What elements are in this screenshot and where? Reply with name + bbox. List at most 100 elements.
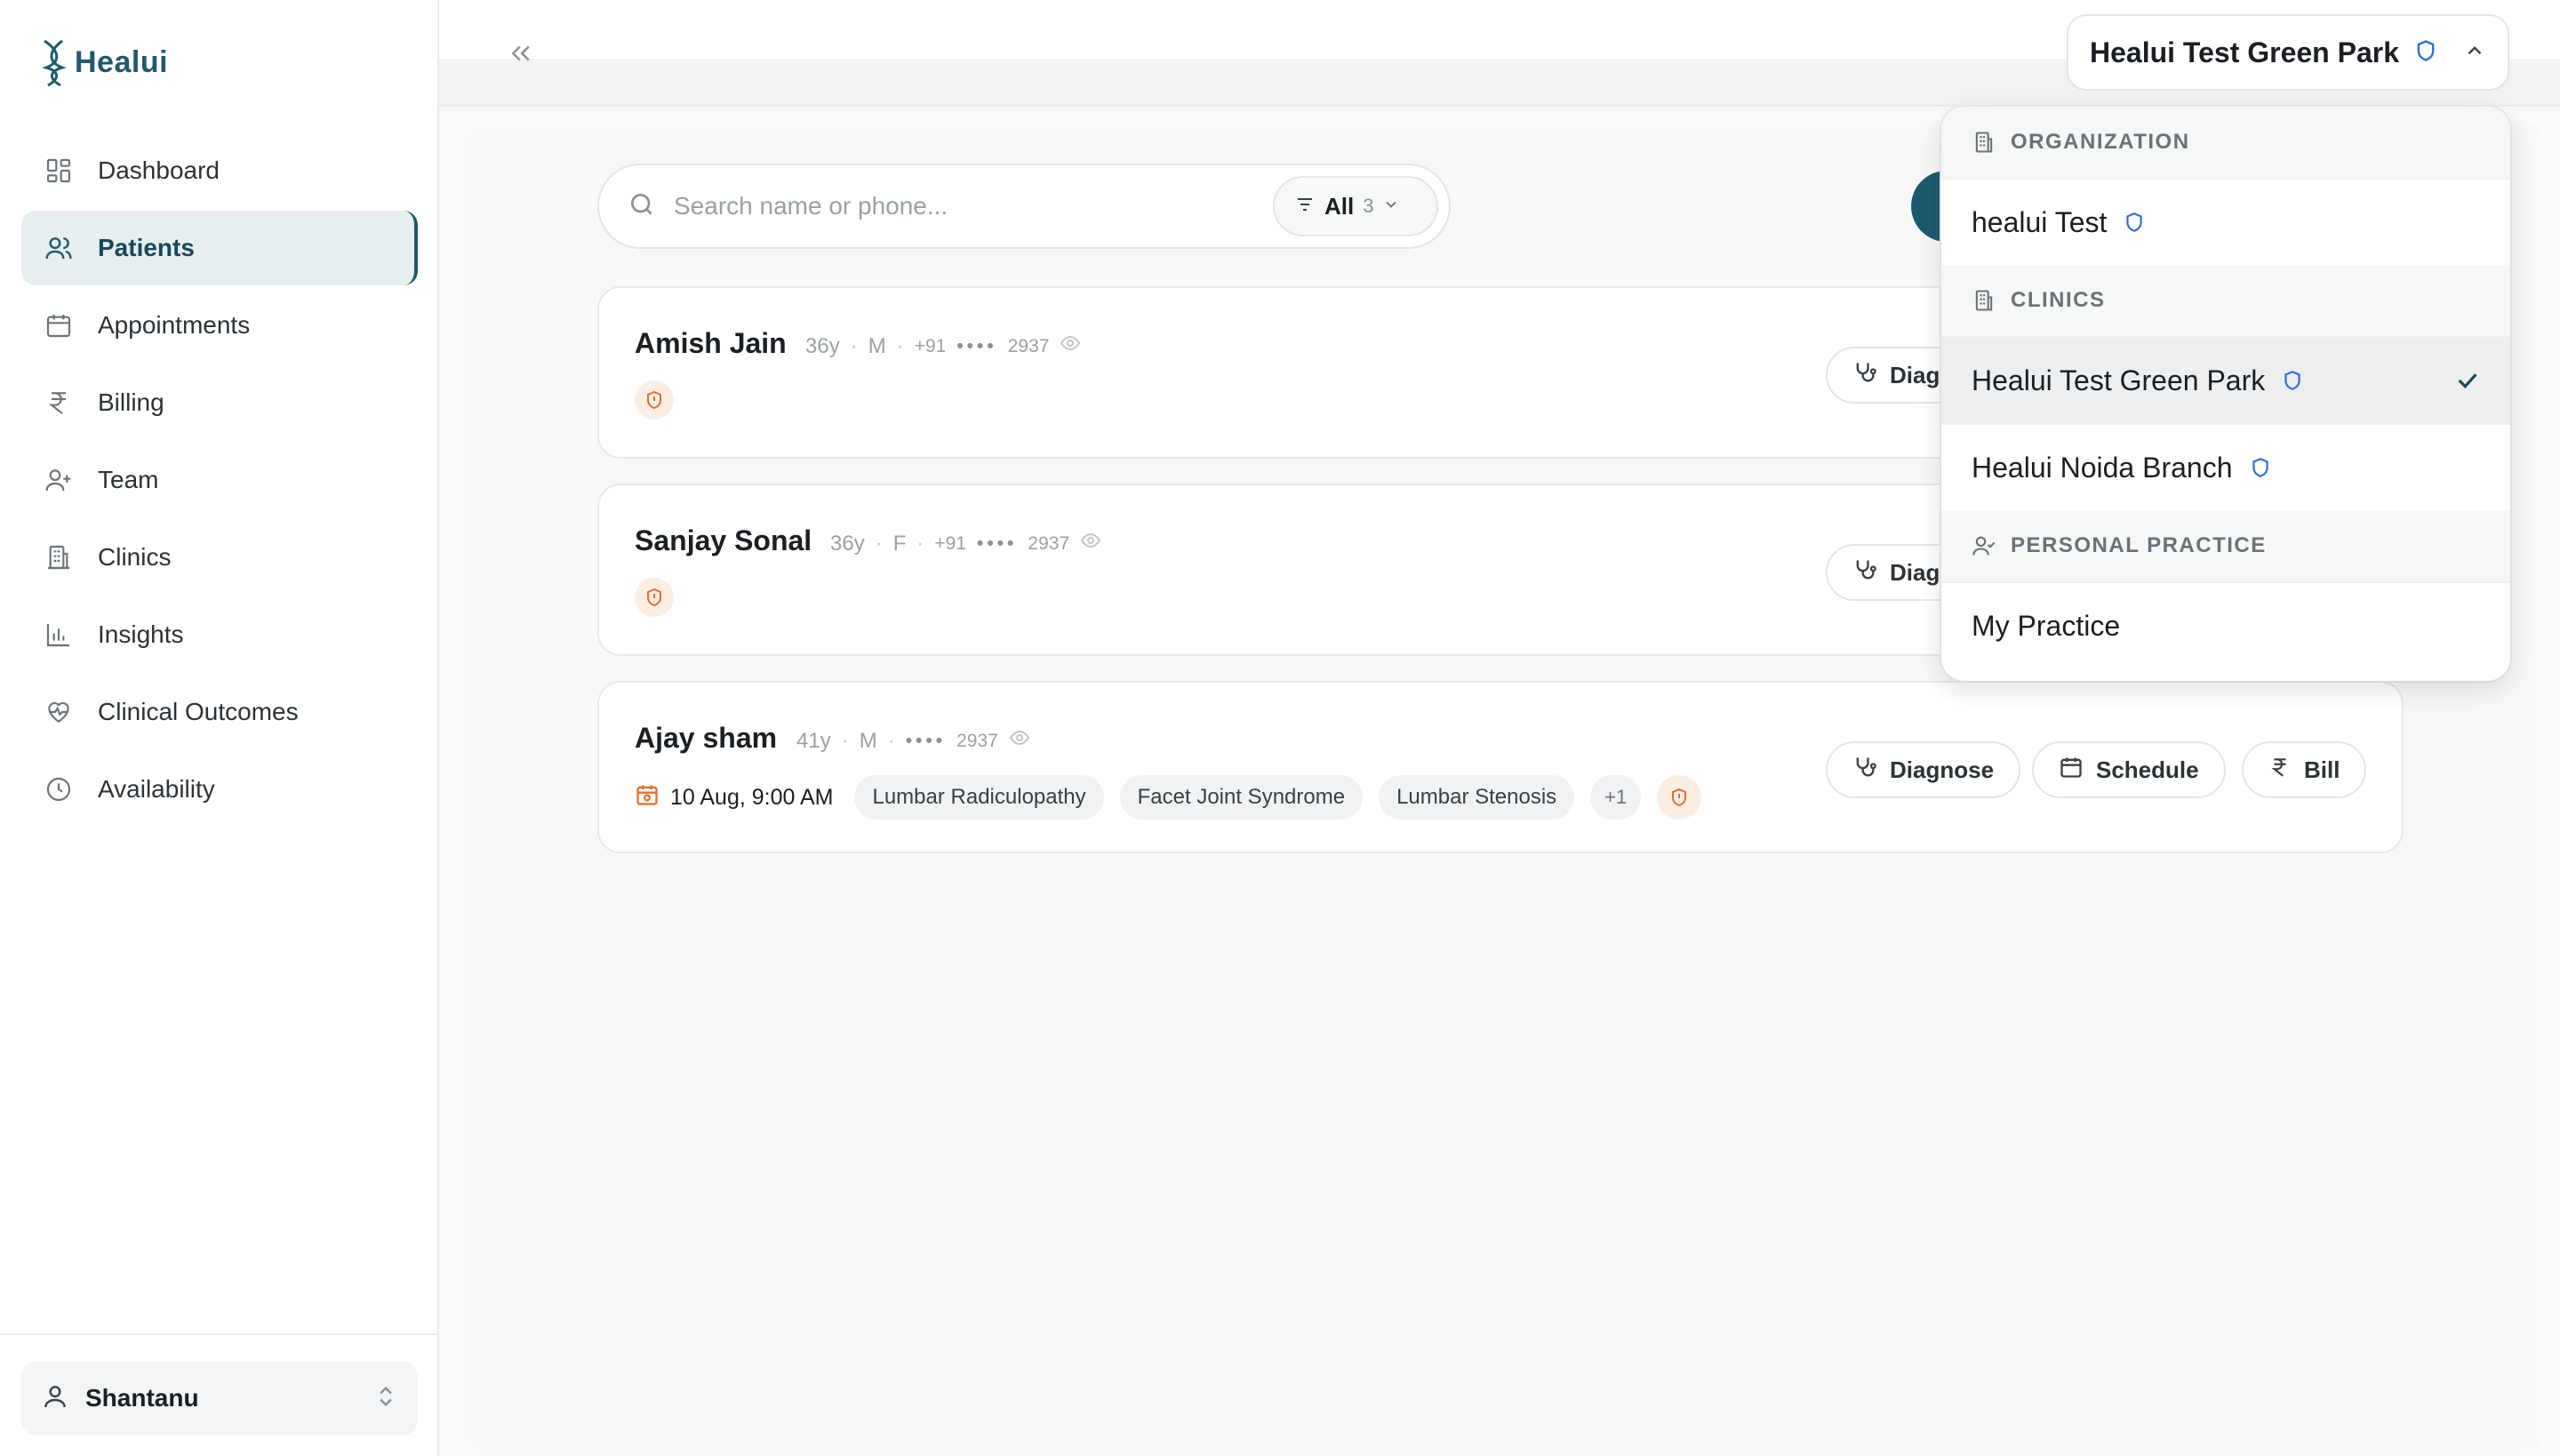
section-title: CLINICS	[2011, 288, 2106, 312]
bar-chart-icon	[43, 619, 75, 651]
reveal-phone-eye-icon[interactable]	[1009, 727, 1030, 755]
sidebar-item-appointments[interactable]: Appointments	[21, 288, 418, 363]
app-name: Healui	[75, 44, 169, 79]
patient-age: 41y	[796, 728, 831, 753]
sidebar-item-label: Dashboard	[98, 156, 220, 184]
patient-gender: F	[892, 531, 907, 556]
menu-item-my-practice[interactable]: My Practice	[1941, 581, 2510, 668]
verified-shield-icon	[2123, 210, 2146, 235]
chevron-up-icon	[2463, 39, 2486, 67]
patient-name: Amish Jain	[635, 327, 787, 359]
patient-details-row: 10 Aug, 9:00 AM Lumbar Radiculopathy Fac…	[635, 775, 1702, 820]
sidebar-item-label: Insights	[98, 620, 184, 648]
menu-item-label: Healui Test Green Park	[1972, 364, 2266, 396]
phone-last: 2937	[1007, 335, 1050, 356]
patient-name: Sanjay Sonal	[635, 524, 812, 556]
menu-item-label: My Practice	[1972, 609, 2121, 642]
menu-item-label: healui Test	[1972, 205, 2108, 238]
phone-mask: ••••	[956, 335, 997, 356]
user-menu[interactable]: Shantanu	[21, 1362, 418, 1435]
filter-dropdown[interactable]: All 3	[1273, 176, 1438, 236]
patient-age: 36y	[805, 333, 840, 358]
phone-mask: ••••	[977, 532, 1018, 554]
check-icon	[2453, 366, 2482, 402]
schedule-button[interactable]: Schedule	[2032, 741, 2226, 798]
verified-shield-icon	[2413, 37, 2438, 68]
diagnosis-tag: Facet Joint Syndrome	[1119, 775, 1364, 820]
sidebar-item-label: Team	[98, 466, 159, 493]
menu-item-clinic-noida[interactable]: Healui Noida Branch	[1941, 423, 2510, 510]
building-icon	[1972, 130, 1996, 155]
collapse-sidebar-button[interactable]	[503, 36, 539, 71]
stethoscope-icon	[1852, 360, 1877, 391]
rupee-icon	[43, 387, 75, 419]
menu-item-organization[interactable]: healui Test	[1941, 178, 2510, 265]
app-logo[interactable]: Healui	[39, 37, 168, 87]
phone-last: 2937	[956, 730, 998, 751]
section-header-clinics: CLINICS	[1941, 265, 2510, 336]
sidebar-item-label: Billing	[98, 388, 164, 416]
reveal-phone-eye-icon[interactable]	[1080, 530, 1101, 557]
diagnosis-tag: Lumbar Stenosis	[1379, 775, 1575, 820]
org-switcher[interactable]: Healui Test Green Park	[2067, 14, 2509, 91]
calendar-clock-icon	[635, 782, 660, 813]
calendar-icon	[2059, 755, 2084, 786]
schedule-label: Schedule	[2096, 756, 2199, 783]
risk-shield-icon	[1657, 775, 1702, 820]
reveal-phone-eye-icon[interactable]	[1060, 332, 1081, 360]
sidebar-item-label: Clinical Outcomes	[98, 698, 299, 725]
patient-gender: M	[868, 333, 886, 358]
sidebar-item-dashboard[interactable]: Dashboard	[21, 133, 418, 208]
phone-mask: ••••	[905, 730, 947, 751]
user-name: Shantanu	[85, 1384, 199, 1412]
sidebar-item-clinical-outcomes[interactable]: Clinical Outcomes	[21, 675, 418, 749]
patient-gender: M	[859, 728, 877, 753]
clock-icon	[43, 773, 75, 805]
phone-prefix: +91	[914, 335, 947, 356]
bill-label: Bill	[2304, 756, 2340, 783]
diagnose-label: Diagnose	[1890, 756, 1995, 783]
section-header-organization: ORGANIZATION	[1941, 107, 2510, 178]
diagnose-button[interactable]: Diagnose	[1826, 741, 2021, 798]
rupee-icon	[2268, 756, 2292, 785]
phone-prefix: +91	[934, 532, 966, 554]
sidebar-item-label: Patients	[98, 234, 195, 261]
more-tags-badge[interactable]: +1	[1590, 775, 1642, 820]
phone-last: 2937	[1028, 532, 1070, 554]
building-icon	[43, 541, 75, 573]
stethoscope-icon	[1852, 755, 1877, 786]
section-title: ORGANIZATION	[2011, 130, 2190, 154]
sidebar-item-label: Appointments	[98, 311, 251, 339]
patient-meta: 36y · F · +91 •••• 2937	[830, 530, 1101, 557]
heart-pulse-icon	[43, 696, 75, 728]
user-plus-icon	[43, 464, 75, 496]
user-icon	[41, 1382, 69, 1415]
sidebar-item-billing[interactable]: Billing	[21, 365, 418, 440]
menu-item-clinic-green-park[interactable]: Healui Test Green Park	[1941, 336, 2510, 423]
section-title: PERSONAL PRACTICE	[2011, 533, 2267, 557]
sidebar-item-label: Clinics	[98, 543, 172, 571]
search-input[interactable]	[672, 191, 1227, 221]
sidebar-item-clinics[interactable]: Clinics	[21, 520, 418, 595]
appointment-info: 10 Aug, 9:00 AM	[635, 782, 833, 813]
chevron-updown-icon	[373, 1384, 398, 1413]
patient-meta: 36y · M · +91 •••• 2937	[805, 332, 1081, 360]
sidebar-item-team[interactable]: Team	[21, 443, 418, 517]
sidebar-divider	[0, 1333, 439, 1335]
sidebar-item-patients[interactable]: Patients	[21, 211, 418, 285]
diagnosis-tag: Lumbar Radiculopathy	[854, 775, 1104, 820]
filter-count: 3	[1363, 195, 1374, 217]
bill-button[interactable]: Bill	[2242, 741, 2367, 798]
sidebar-item-insights[interactable]: Insights	[21, 597, 418, 672]
sidebar-item-label: Availability	[98, 775, 215, 803]
risk-shield-icon	[635, 578, 674, 617]
patient-card[interactable]: Ajay sham 41y · M · •••• 2937 10 Aug, 9:00…	[597, 681, 2404, 853]
org-switcher-menu: ORGANIZATION healui Test CLINICS Healui …	[1941, 107, 2510, 681]
section-header-personal-practice: PERSONAL PRACTICE	[1941, 510, 2510, 581]
user-check-icon	[1972, 533, 1996, 558]
patient-meta: 41y · M · •••• 2937	[796, 727, 1030, 755]
search-bar: All 3	[597, 164, 1451, 249]
sidebar-item-availability[interactable]: Availability	[21, 752, 418, 827]
sidebar: Healui Dashboard Patients Appointments B…	[0, 0, 439, 1456]
search-icon	[628, 190, 656, 223]
